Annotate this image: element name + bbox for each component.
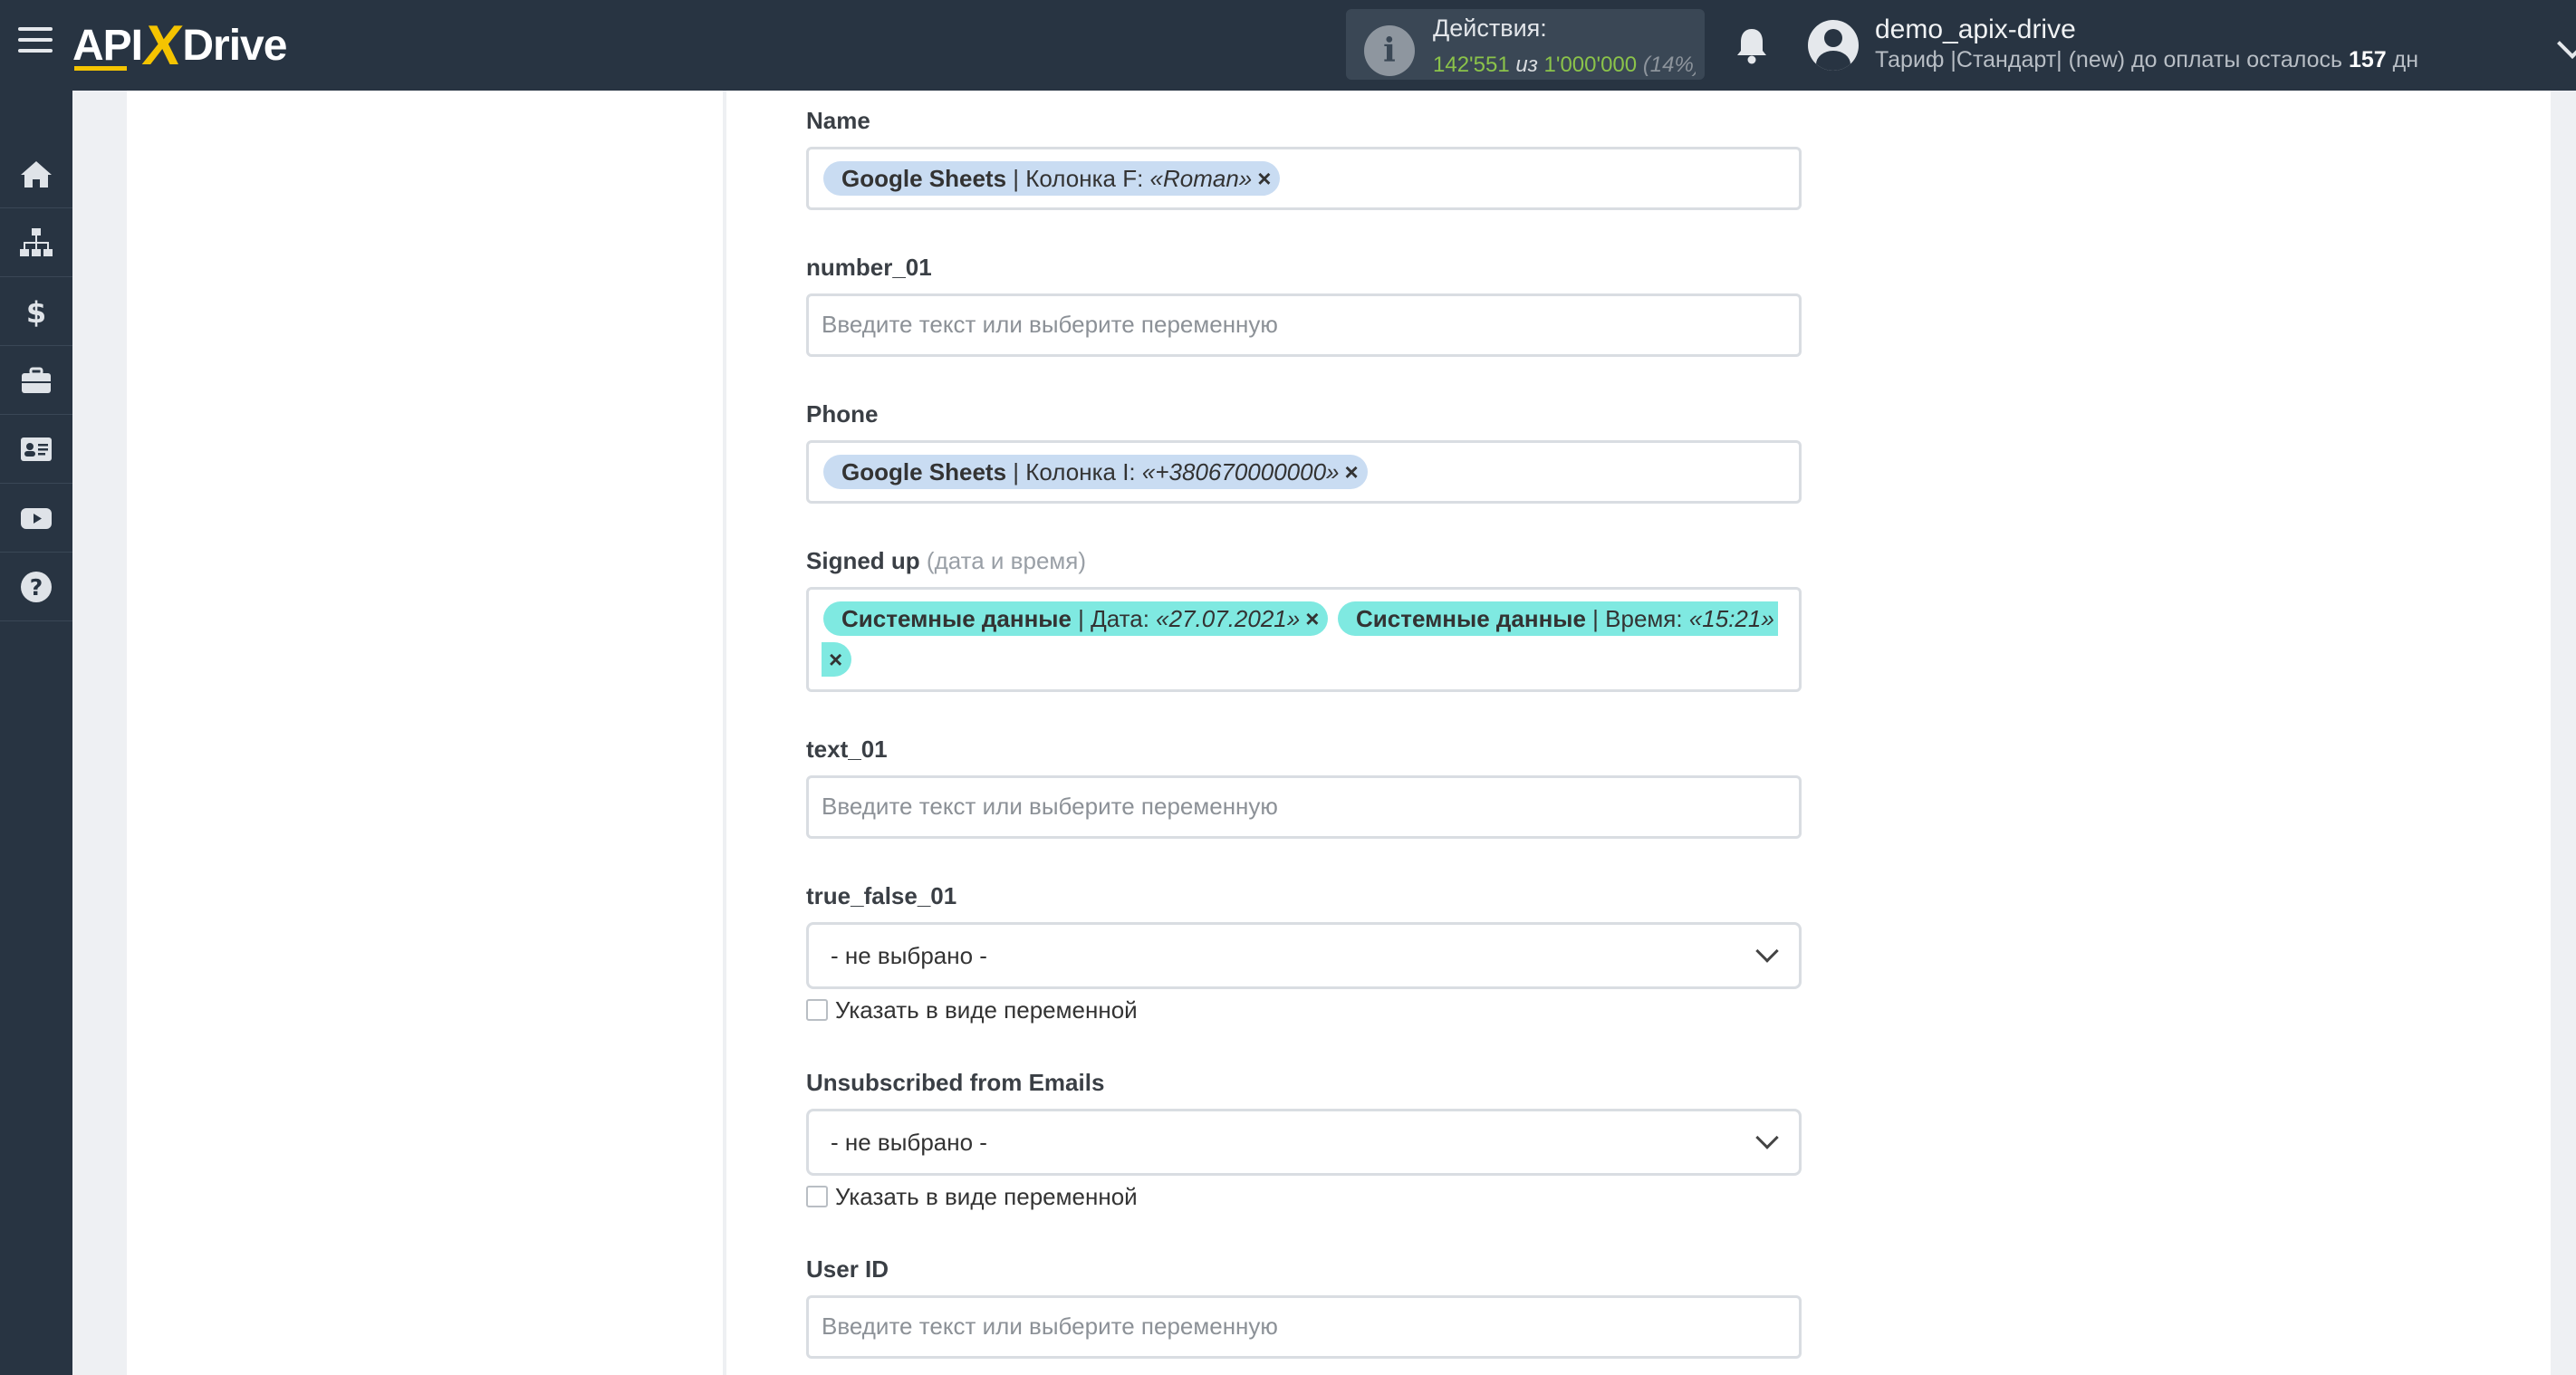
left-sidebar: $ ? bbox=[0, 91, 72, 1375]
briefcase-icon bbox=[22, 367, 51, 393]
tariff-days-unit: дн bbox=[2392, 47, 2419, 72]
user-id-placeholder: Введите текст или выберите переменную bbox=[822, 1312, 1278, 1340]
remove-tag-icon[interactable]: × bbox=[1345, 458, 1359, 486]
info-icon: i bbox=[1364, 25, 1415, 76]
sidebar-item-services[interactable] bbox=[0, 346, 72, 415]
actions-values: 142'551 из 1'000'000 (14%) bbox=[1433, 53, 1696, 78]
menu-icon[interactable] bbox=[18, 27, 53, 62]
remove-tag-icon[interactable]: × bbox=[829, 646, 842, 673]
bell-icon[interactable] bbox=[1730, 24, 1773, 67]
sitemap-icon bbox=[20, 227, 53, 256]
logo-text-x: X bbox=[139, 14, 186, 77]
phone-field[interactable]: Google Sheets | Колонка I: «+38067000000… bbox=[806, 440, 1802, 504]
signed-up-hint: (дата и время) bbox=[926, 547, 1087, 574]
select-value: - не выбрано - bbox=[831, 1129, 987, 1156]
field-label-unsubscribed: Unsubscribed from Emails bbox=[806, 1069, 1105, 1096]
tariff-days: 157 bbox=[2348, 47, 2387, 72]
field-label-text-01: text_01 bbox=[806, 736, 888, 763]
field-label-true-false-01: true_false_01 bbox=[806, 882, 957, 909]
chevron-down-icon[interactable] bbox=[2557, 28, 2576, 59]
sidebar-item-home[interactable] bbox=[0, 139, 72, 208]
actions-counter[interactable]: i Действия: 142'551 из 1'000'000 (14%) bbox=[1346, 9, 1705, 80]
variable-tag-name: Google Sheets | Колонка F: «Roman» × bbox=[823, 161, 1281, 196]
user-name[interactable]: demo_apix-drive bbox=[1875, 14, 2076, 45]
svg-text:$: $ bbox=[26, 295, 46, 330]
checkbox-label: Указать в виде переменной bbox=[835, 1182, 1138, 1210]
user-id-field[interactable]: Введите текст или выберите переменную bbox=[806, 1295, 1802, 1359]
signed-up-label: Signed up bbox=[806, 547, 920, 574]
tag-value: «Roman» bbox=[1149, 165, 1253, 192]
tariff-info: Тариф |Стандарт| (new) до оплаты осталос… bbox=[1875, 47, 2418, 73]
id-card-icon bbox=[21, 437, 52, 461]
tag-source: Google Sheets bbox=[841, 165, 1007, 192]
sidebar-item-contacts[interactable] bbox=[0, 415, 72, 484]
tag-value: «+380670000000» bbox=[1141, 458, 1340, 486]
logo-underline bbox=[74, 66, 127, 71]
tag-source: Google Sheets bbox=[841, 458, 1007, 486]
youtube-icon bbox=[21, 507, 52, 529]
variable-tag-time: Системные данные | Время: «15:21» bbox=[1338, 601, 1778, 636]
actions-max: 1'000'000 bbox=[1543, 53, 1638, 77]
sidebar-item-video[interactable] bbox=[0, 484, 72, 553]
left-panel bbox=[127, 91, 723, 1375]
chevron-down-icon bbox=[1755, 939, 1779, 963]
select-value: - не выбрано - bbox=[831, 942, 987, 969]
tag-source: Системные данные bbox=[1356, 605, 1586, 632]
unsubscribed-variable-toggle[interactable]: Указать в виде переменной bbox=[806, 1183, 1138, 1210]
actions-title: Действия: bbox=[1433, 14, 1547, 42]
name-field[interactable]: Google Sheets | Колонка F: «Roman» × bbox=[806, 147, 1802, 210]
number-01-field[interactable]: Введите текст или выберите переменную bbox=[806, 293, 1802, 357]
actions-percent: (14%) bbox=[1642, 53, 1696, 77]
variable-tag-phone: Google Sheets | Колонка I: «+38067000000… bbox=[823, 455, 1368, 489]
home-icon bbox=[21, 160, 52, 188]
avatar[interactable] bbox=[1808, 20, 1859, 71]
dollar-icon: $ bbox=[26, 295, 46, 330]
field-label-signed-up: Signed up (дата и время) bbox=[806, 547, 1086, 575]
svg-text:?: ? bbox=[30, 574, 43, 601]
tag-source: Системные данные bbox=[841, 605, 1072, 632]
tag-value: «27.07.2021» bbox=[1156, 605, 1301, 632]
unsubscribed-select[interactable]: - не выбрано - bbox=[806, 1109, 1802, 1176]
field-label-number-01: number_01 bbox=[806, 254, 932, 281]
sidebar-item-billing[interactable]: $ bbox=[0, 277, 72, 346]
field-label-phone: Phone bbox=[806, 400, 879, 428]
remove-tag-icon[interactable]: × bbox=[1257, 165, 1271, 192]
sidebar-item-connections[interactable] bbox=[0, 208, 72, 277]
logo-text-drive: Drive bbox=[182, 21, 287, 70]
tag-value: «15:21» bbox=[1688, 605, 1774, 632]
checkbox-label: Указать в виде переменной bbox=[835, 995, 1138, 1024]
sidebar-item-help[interactable]: ? bbox=[0, 553, 72, 621]
tag-column: | Колонка I: bbox=[1006, 458, 1142, 486]
tariff-text: Тариф |Стандарт| (new) до оплаты осталос… bbox=[1875, 47, 2343, 72]
true-false-01-select[interactable]: - не выбрано - bbox=[806, 922, 1802, 989]
tag-column: | Дата: bbox=[1071, 605, 1157, 632]
remove-tag-icon[interactable]: × bbox=[1305, 605, 1319, 632]
field-label-name: Name bbox=[806, 107, 870, 134]
apixdrive-logo[interactable]: API X Drive bbox=[72, 14, 287, 77]
checkbox[interactable] bbox=[806, 999, 828, 1021]
field-label-user-id: User ID bbox=[806, 1255, 889, 1283]
variable-tag-time-end: × bbox=[822, 642, 852, 677]
chevron-down-icon bbox=[1755, 1126, 1779, 1149]
actions-of: из bbox=[1515, 53, 1538, 77]
question-icon: ? bbox=[21, 571, 52, 602]
number-01-placeholder: Введите текст или выберите переменную bbox=[822, 311, 1278, 338]
tag-column: | Колонка F: bbox=[1006, 165, 1150, 192]
signed-up-field[interactable]: Системные данные | Дата: «27.07.2021» × С… bbox=[806, 587, 1802, 692]
tag-column: | Время: bbox=[1585, 605, 1689, 632]
checkbox[interactable] bbox=[806, 1186, 828, 1207]
text-01-field[interactable]: Введите текст или выберите переменную bbox=[806, 775, 1802, 839]
logo-text-api: API bbox=[72, 21, 143, 70]
true-false-01-variable-toggle[interactable]: Указать в виде переменной bbox=[806, 996, 1138, 1024]
actions-current: 142'551 bbox=[1433, 53, 1510, 77]
text-01-placeholder: Введите текст или выберите переменную bbox=[822, 793, 1278, 820]
variable-tag-date: Системные данные | Дата: «27.07.2021» × bbox=[823, 601, 1329, 636]
top-bar: API X Drive i Действия: 142'551 из 1'000'0… bbox=[0, 0, 2576, 91]
